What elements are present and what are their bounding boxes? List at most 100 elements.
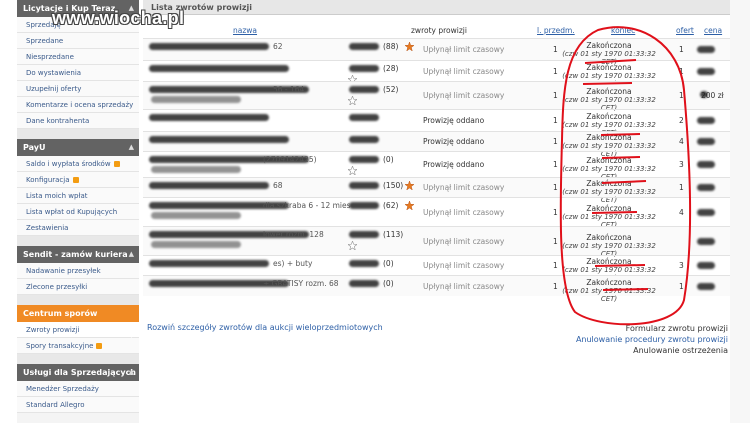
redacted-text [349,114,379,121]
sidebar-item-label: Spory transakcyjne [26,342,94,350]
sidebar-item-label: Zestawienia [26,224,69,232]
seller-rating: (28) [383,64,399,73]
sidebar-item[interactable]: Uzupełnij oferty [17,81,139,97]
redacted-text [697,68,715,75]
main-panel: Lista zwrotów prowizji nazwa zwroty prow… [143,0,730,423]
end-status: Zakończona [586,133,632,142]
sidebar-item[interactable]: Dane kontrahenta [17,113,139,129]
redacted-text [697,46,715,53]
end-status: Zakończona [586,87,632,96]
sidebar-item-label: Lista moich wpłat [26,192,88,200]
redacted-text [349,86,379,93]
item-name-tail[interactable]: (2709142425) [263,155,317,164]
offer-count: 1 [679,67,684,76]
sidebar-section-header[interactable]: Centrum sporów [17,305,139,322]
sidebar-item[interactable]: Komentarze i ocena sprzedaży [17,97,139,124]
redacted-text [697,184,715,191]
sidebar-item[interactable]: Zlecone przesyłki [17,279,139,295]
sidebar-item-label: Uzupełnij oferty [26,85,82,93]
star-icon [347,165,358,177]
item-name-tail[interactable]: + GRATISY rozm. 68 [263,279,339,288]
item-name-tail[interactable]: lower rozm. 128 [263,230,324,239]
redacted-text [349,43,379,50]
item-name-tail[interactable]: es) + buty [273,259,312,268]
column-ilosc[interactable]: l. przedm. [537,26,575,35]
sidebar-item[interactable]: Zestawienia [17,220,139,236]
sidebar-item[interactable]: Sprzedane [17,33,139,49]
footer-action-link[interactable]: Formularz zwrotu prowizji [576,323,728,334]
seller-rating: (52) [383,85,399,94]
redacted-text [349,231,379,238]
offer-count: 1 [679,183,684,192]
sidebar-item[interactable]: Do wystawienia [17,65,139,81]
column-nazwa[interactable]: nazwa [233,26,257,35]
sidebar-item[interactable]: Standard Allegro [17,397,139,413]
page-scrollbar[interactable] [730,0,750,423]
table-row: 56 - 164 (52) Upłynął limit czasowy 1 Zakońc… [143,81,730,112]
table-row: lower rozm. 128 (113) Upłynął limit czasow… [143,226,730,258]
sidebar-item-label: Dane kontrahenta [26,117,90,125]
offer-count: 3 [679,261,684,270]
redacted-text [697,209,715,216]
table-row: Prowizję oddano 1 Zakończona (czw 01 sty 19… [143,109,730,137]
sidebar-item-label: Do wystawienia [26,69,82,77]
seller-rating: (113) [383,230,404,239]
end-status: Zakończona [586,204,632,213]
table-row: Prowizję oddano 1 Zakończona (czw 01 sty 19… [143,131,730,158]
sidebar-item[interactable]: Nadawanie przesyłek [17,263,139,279]
sidebar-item-label: Zwroty prowizji [26,326,80,334]
sidebar: Licytacje i Kup Teraz ▲ Sprzedaję Sprzedane… [17,0,139,423]
footer-action-link[interactable]: Anulowanie procedury zwrotu prowizji [576,334,728,345]
item-quantity: 1 [553,282,558,291]
item-quantity: 1 [553,237,558,246]
redacted-text [151,241,241,248]
sidebar-item[interactable]: Konfiguracja [17,172,139,188]
column-koniec[interactable]: koniec [611,26,635,35]
refund-status: Upłynął limit czasowy [423,261,505,270]
item-name-tail[interactable]: 56 - 164 [273,85,304,94]
expand-details-link[interactable]: Rozwiń szczegóły zwrotów dla aukcji wiel… [147,323,383,332]
sidebar-item[interactable]: Saldo i wypłata środków [17,156,139,172]
column-ofert[interactable]: ofert [676,26,694,35]
table-row: (28) Upłynął limit czasowy 1 Zakończona (czw… [143,60,730,88]
column-zwroty: zwroty prowizji [411,26,467,35]
redacted-text [149,260,269,267]
end-status: Zakończona [586,179,632,188]
seller-rating: (0) [383,279,394,288]
seller-rating: (0) [383,259,394,268]
redacted-text [349,136,379,143]
sidebar-item[interactable]: Lista moich wpłat [17,188,139,204]
sidebar-section-header[interactable]: Sendit - zamów kuriera ▲ [17,246,139,263]
chevron-up-icon[interactable]: ▲ [129,139,134,156]
item-name-tail[interactable]: dla szkraba 6 - 12 mies [263,201,351,210]
item-quantity: 1 [553,183,558,192]
table-rows: 62 (88) Upłynął limit czasowy 1 Zakończona (c… [143,38,730,303]
sidebar-section-header[interactable]: Usługi dla Sprzedających ▲ [17,364,139,381]
item-name-tail[interactable]: 68 [273,181,283,190]
chevron-up-icon[interactable]: ▲ [129,246,134,263]
footer-action-link[interactable]: Anulowanie ostrzeżenia [576,345,728,356]
item-name-tail[interactable]: 62 [273,42,283,51]
refund-status: Upłynął limit czasowy [423,67,505,76]
refund-status: Upłynął limit czasowy [423,91,505,100]
sidebar-item[interactable]: Menedżer Sprzedaży [17,381,139,397]
redacted-text [697,238,715,245]
column-cena[interactable]: cena [704,26,722,35]
sidebar-item[interactable]: Spory transakcyjne [17,338,139,354]
sidebar-item[interactable]: Niesprzedane [17,49,139,65]
sidebar-section-header[interactable]: PayU ▲ [17,139,139,156]
chevron-up-icon[interactable]: ▲ [129,364,134,381]
end-date: (czw 01 sty 1970 01:33:32 CET) [562,287,656,303]
redacted-text [697,161,715,168]
table-row: + GRATISY rozm. 68 (0) Upłynął limit czaso… [143,275,730,303]
sidebar-item[interactable]: Zwroty prowizji [17,322,139,338]
panel-title: Lista zwrotów prowizji [143,0,730,15]
sidebar-item-label: Konfiguracja [26,176,70,184]
redacted-text [149,43,269,50]
watermark-logo: www.wiocha.pl [52,8,185,28]
notification-icon [113,161,120,167]
seller-rating: (0) [383,155,394,164]
redacted-text [151,96,241,103]
redacted-text [149,182,269,189]
sidebar-item[interactable]: Lista wpłat od Kupujących [17,204,139,220]
